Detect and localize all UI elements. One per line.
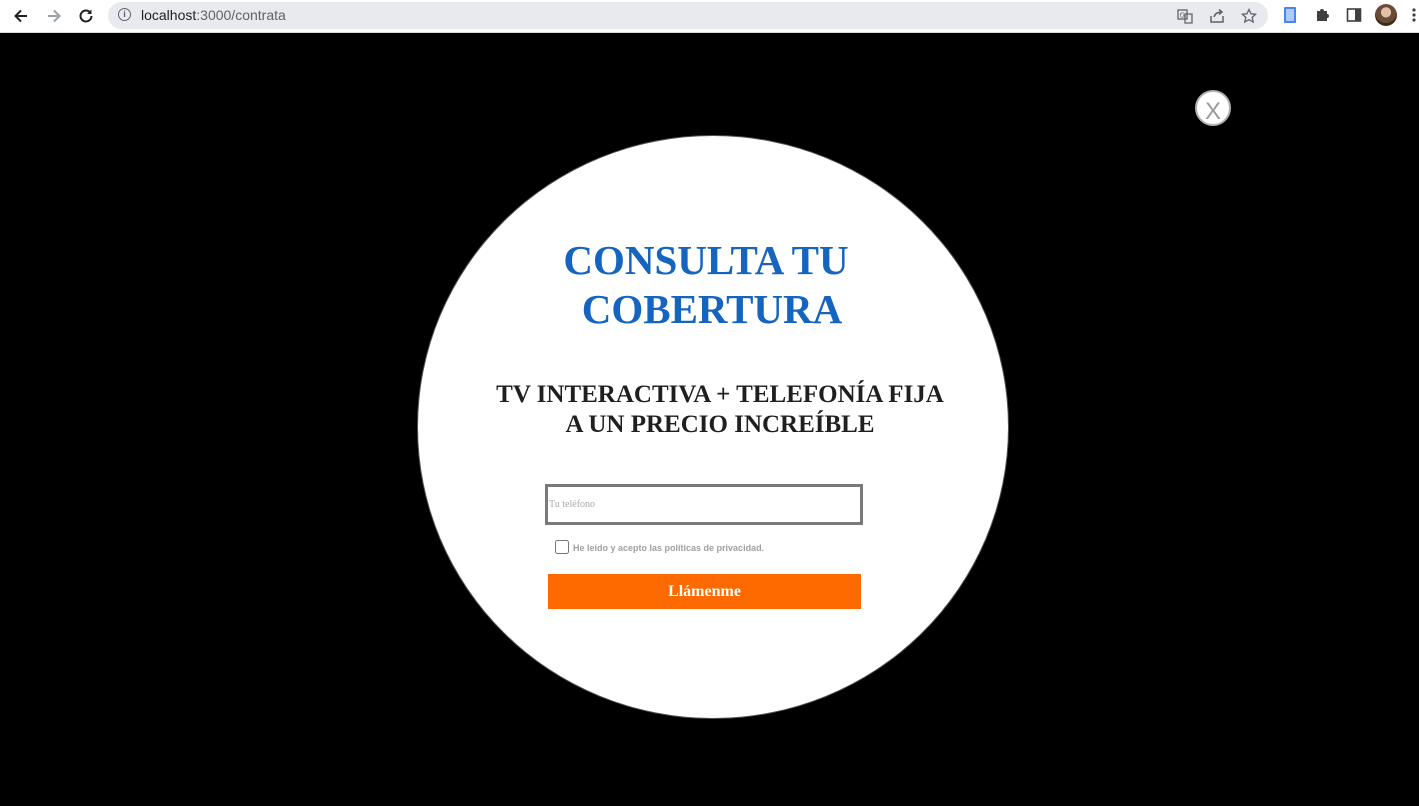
kebab-menu-icon[interactable] bbox=[1408, 4, 1419, 26]
translate-icon[interactable]: G bbox=[1175, 6, 1195, 26]
url-host: localhost bbox=[141, 7, 197, 23]
address-bar[interactable]: i localhost:3000/contrata G bbox=[108, 2, 1268, 29]
svg-text:G: G bbox=[1180, 12, 1185, 20]
modal-title: CONSULTA TU COBERTURA bbox=[417, 236, 1007, 334]
browser-toolbar: i localhost:3000/contrata G bbox=[0, 0, 1419, 33]
phone-input[interactable] bbox=[545, 484, 863, 525]
info-icon[interactable]: i bbox=[118, 8, 131, 21]
privacy-checkbox[interactable] bbox=[555, 540, 569, 554]
subtitle-line-2: A UN PRECIO INCREÍBLE bbox=[565, 411, 875, 438]
modal-subtitle: TV INTERACTIVA + TELEFONÍA FIJA A UN PRE… bbox=[417, 380, 1023, 440]
share-icon[interactable] bbox=[1207, 6, 1227, 26]
arrow-right-icon bbox=[48, 9, 61, 23]
puzzle-icon[interactable] bbox=[1311, 4, 1333, 26]
call-me-button[interactable]: Llámenme bbox=[548, 574, 861, 609]
reload-button[interactable] bbox=[73, 3, 99, 29]
document-extension-icon[interactable] bbox=[1279, 4, 1301, 26]
url-path: :3000/contrata bbox=[196, 7, 286, 23]
forward-button[interactable] bbox=[41, 3, 67, 29]
title-line-1: CONSULTA TU bbox=[563, 237, 849, 283]
star-icon[interactable] bbox=[1239, 6, 1259, 26]
back-button[interactable] bbox=[8, 3, 34, 29]
side-panel-icon[interactable] bbox=[1343, 4, 1365, 26]
subtitle-line-1: TV INTERACTIVA + TELEFONÍA FIJA bbox=[496, 381, 944, 408]
reload-icon bbox=[79, 9, 93, 23]
avatar[interactable] bbox=[1375, 4, 1397, 26]
privacy-label: He leído y acepto las políticas de priva… bbox=[573, 543, 765, 553]
arrow-left-icon bbox=[14, 9, 27, 23]
close-button[interactable]: X bbox=[1195, 90, 1231, 126]
title-line-2: COBERTURA bbox=[581, 286, 843, 332]
url-text[interactable]: localhost:3000/contrata bbox=[141, 7, 286, 23]
